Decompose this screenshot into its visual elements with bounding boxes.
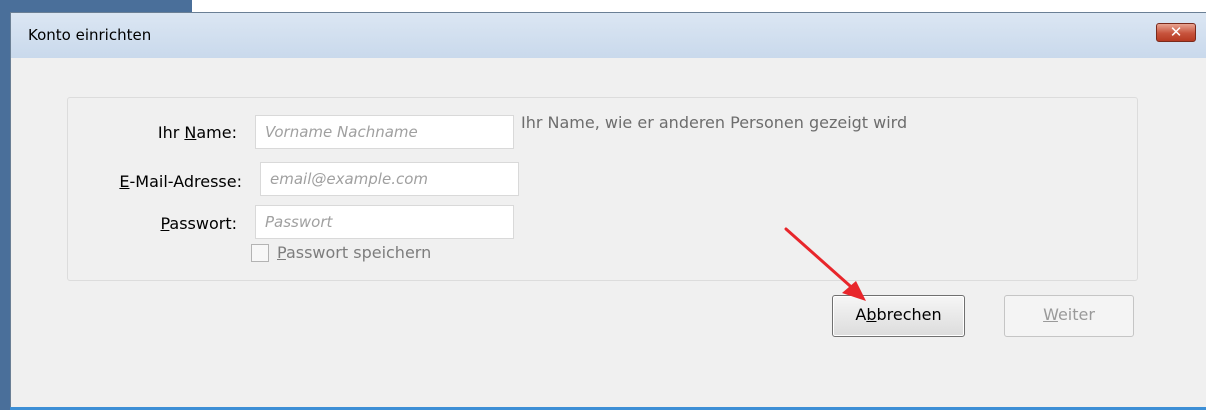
name-hint: Ihr Name, wie er anderen Personen gezeig… (521, 113, 908, 132)
password-label: Passwort: (160, 214, 237, 233)
remember-password-label[interactable]: Passwort speichern (277, 243, 431, 262)
next-accesskey: W (1043, 305, 1058, 324)
annotation-arrow-icon (784, 227, 866, 301)
close-icon: ✕ (1169, 23, 1183, 41)
name-label: Ihr Name: (157, 123, 237, 142)
email-input[interactable] (260, 162, 519, 196)
next-button[interactable]: Weiter (1004, 295, 1134, 337)
dialog-title: Konto einrichten (28, 26, 152, 44)
email-accesskey: E (119, 172, 130, 191)
remember-password-checkbox[interactable] (251, 244, 269, 262)
close-button[interactable]: ✕ (1156, 23, 1196, 42)
name-accesskey: N (184, 123, 197, 142)
name-input[interactable] (255, 115, 514, 149)
email-label: E-Mail-Adresse: (119, 172, 242, 191)
password-input[interactable] (255, 205, 514, 239)
background-window-edge-top (12, 0, 192, 12)
dialog-titlebar[interactable]: Konto einrichten ✕ (11, 13, 1206, 58)
